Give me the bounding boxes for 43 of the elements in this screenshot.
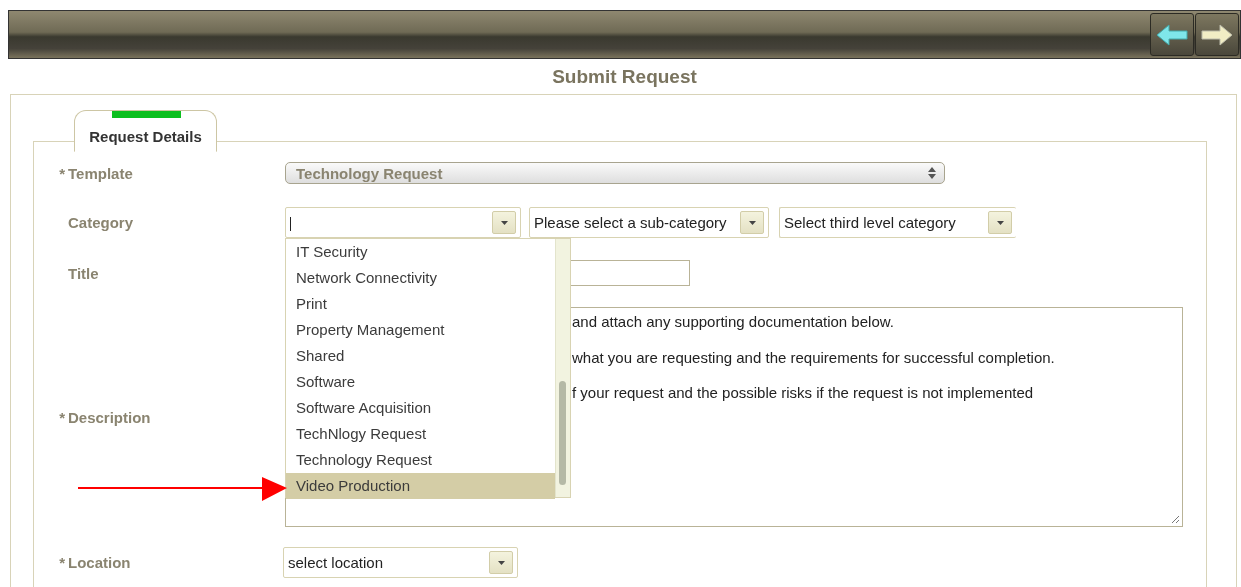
right-arrow-icon (1200, 22, 1234, 47)
resize-grip-icon[interactable] (1171, 515, 1180, 524)
dropdown-button[interactable] (740, 211, 764, 234)
page-title: Submit Request (551, 66, 698, 88)
description-text: what you are requesting and the requirements for successful completion. (572, 348, 1056, 368)
caret-icon (748, 220, 756, 225)
dropdown-option[interactable]: TechNlogy Request (286, 421, 555, 447)
caret-icon (497, 560, 505, 565)
active-tab-indicator (112, 111, 181, 118)
field-label: Title (68, 264, 99, 282)
field-label: Category (68, 214, 134, 231)
dropdown-option[interactable]: Technology Request (286, 447, 555, 473)
tab[interactable]: Request Details (74, 110, 217, 152)
dropdown-button[interactable] (489, 551, 513, 574)
back-button[interactable] (1150, 13, 1194, 56)
required-marker: * (59, 164, 65, 182)
text-cursor (290, 217, 291, 231)
description-text: and attach any supporting documentation below. (572, 313, 895, 332)
left-arrow-icon (1155, 22, 1189, 47)
dropdown-option[interactable]: Software (286, 369, 555, 395)
scrollbar-thumb[interactable] (559, 381, 566, 485)
scrollbar[interactable] (555, 239, 570, 497)
category-select[interactable]: Select third level category (779, 207, 1016, 238)
description-text: f your request and the possible risks if the request is not implemented (572, 384, 1035, 403)
dropdown-option[interactable]: Video Production (286, 473, 555, 499)
dropdown-option[interactable]: Shared (286, 343, 555, 369)
field-label: Template (68, 164, 133, 182)
field-label: Location (68, 554, 131, 571)
field-label: Description (68, 408, 151, 426)
dropdown-button[interactable] (492, 211, 516, 234)
dropdown-option[interactable]: Network Connectivity (286, 265, 555, 291)
forward-button[interactable] (1195, 13, 1239, 56)
updown-icon (928, 167, 936, 179)
caret-icon (996, 220, 1004, 225)
dropdown-option[interactable]: Software Acquisition (286, 395, 555, 421)
caret-icon (500, 220, 508, 225)
category-select[interactable]: Please select a sub-category (529, 207, 769, 238)
dropdown-option[interactable]: IT Security (286, 239, 555, 265)
required-marker: * (59, 408, 65, 426)
location-select[interactable]: select location (283, 547, 518, 578)
dropdown-option[interactable]: Property Management (286, 317, 555, 343)
dropdown-button[interactable] (988, 211, 1012, 234)
required-marker: * (59, 554, 65, 571)
